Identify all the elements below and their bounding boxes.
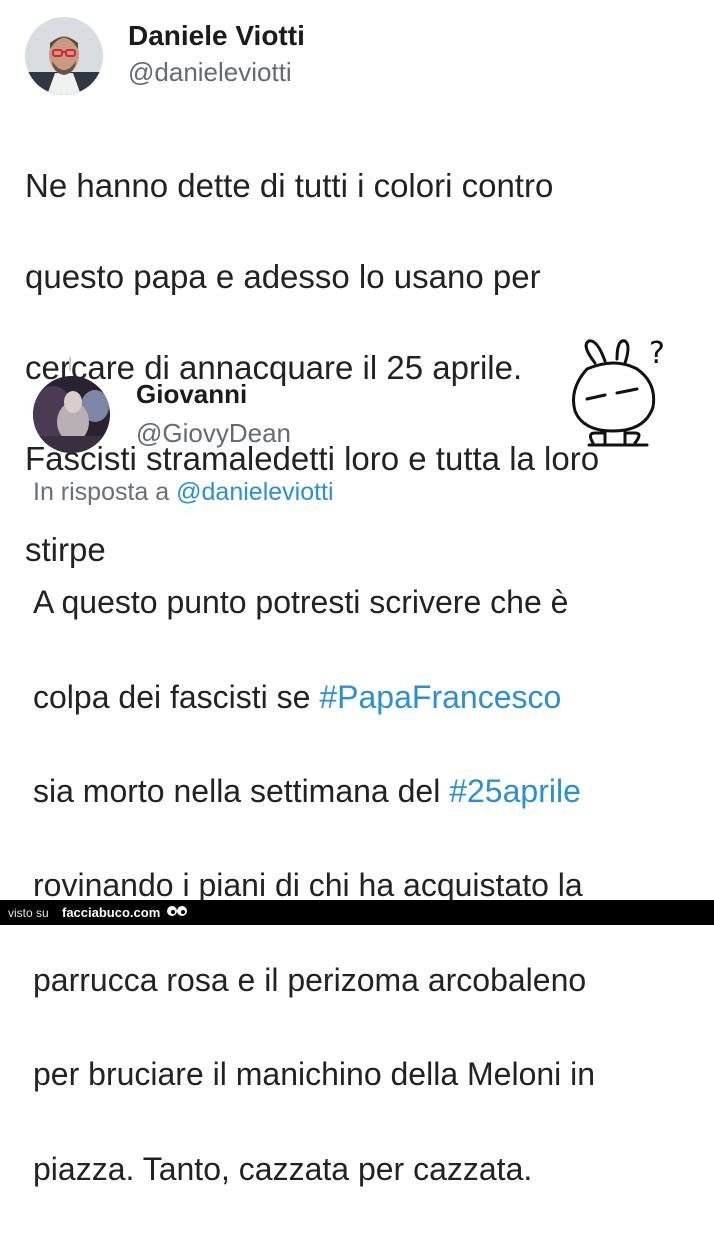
footer-site-name[interactable]: facciabuco.com: [62, 905, 160, 920]
reply-context: In risposta a @danieleviotti: [33, 478, 334, 507]
reply-author-handle[interactable]: @GiovyDean: [136, 418, 291, 449]
tweet-text-line: questo papa e adesso lo usano per: [25, 257, 541, 295]
author-name[interactable]: Daniele Viotti: [128, 20, 305, 52]
footer-seen-on: visto su: [8, 906, 49, 920]
reply-to-link[interactable]: @danieleviotti: [176, 478, 333, 506]
reply-text-line: A questo punto potresti scrivere che è: [33, 584, 569, 621]
thread-connector: [69, 357, 71, 371]
tweet-text-line: Ne hanno dette di tutti i colori contro: [25, 166, 554, 204]
confused-bunny-icon: ?: [572, 336, 665, 447]
reply-text-line: piazza. Tanto, cazzata per cazzata.: [33, 1150, 533, 1187]
hashtag-link[interactable]: #25aprile: [449, 773, 581, 809]
hashtag-link[interactable]: #PapaFrancesco: [319, 679, 561, 715]
reply-text-segment: sia morto nella settimana del: [33, 773, 450, 810]
reply-text-line: colpa dei fascisti se #PapaFrancesco: [33, 674, 703, 721]
question-mark: ?: [649, 336, 665, 371]
reply-text: A questo punto potresti scrivere che è c…: [33, 532, 703, 1240]
reply-text-line: parrucca rosa e il perizoma arcobaleno: [33, 961, 587, 998]
reply-text-line: per bruciare il manichino della Meloni i…: [33, 1056, 596, 1093]
reply-author-name[interactable]: Giovanni: [136, 379, 247, 410]
reply-text-line: sia morto nella settimana del #25aprile: [33, 768, 703, 815]
reply-author-avatar[interactable]: [33, 376, 110, 453]
author-handle[interactable]: @danieleviotti: [128, 57, 292, 88]
watermark-footer: visto su facciabuco.com: [0, 900, 714, 925]
author-avatar[interactable]: [25, 17, 103, 95]
reply-text-segment: colpa dei fascisti se: [33, 678, 320, 715]
reply-context-prefix: In risposta a: [33, 478, 177, 506]
eyes-logo-icon: [167, 906, 187, 916]
